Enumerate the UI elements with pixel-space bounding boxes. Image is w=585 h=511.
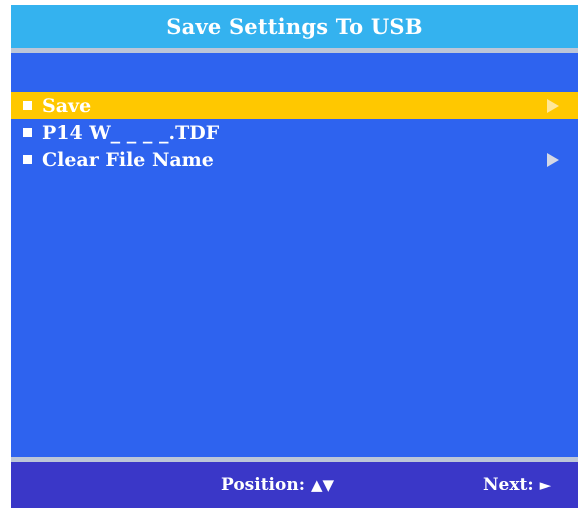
triangle-right-icon xyxy=(547,98,559,113)
right-arrow-icon: ► xyxy=(539,476,552,494)
menu-item-file-name[interactable]: P14 W_ _ _ _.TDF xyxy=(11,119,578,146)
menu-item-clear-file-name[interactable]: Clear File Name xyxy=(11,146,578,173)
title-bar: Save Settings To USB xyxy=(11,5,578,48)
menu-item-save[interactable]: Save xyxy=(11,92,578,119)
next-hint: Next: ► xyxy=(483,462,551,508)
up-down-arrows-icon: ▲▼ xyxy=(310,476,335,494)
menu-item-label: Save xyxy=(42,94,92,117)
square-bullet-icon xyxy=(23,155,32,164)
square-bullet-icon xyxy=(23,101,32,110)
position-label: Position: xyxy=(221,475,305,495)
usb-save-settings-screen: Save Settings To USB Save P14 W_ _ _ _.T… xyxy=(11,5,578,508)
square-bullet-icon xyxy=(23,128,32,137)
footer-bar: Position: ▲▼ Next: ► xyxy=(11,462,578,508)
title-divider xyxy=(11,48,578,53)
position-hint: Position: ▲▼ xyxy=(221,462,334,508)
next-label: Next: xyxy=(483,475,534,495)
menu-item-label: Clear File Name xyxy=(42,148,214,171)
triangle-right-icon xyxy=(547,152,559,167)
menu-item-label: P14 W_ _ _ _.TDF xyxy=(42,121,220,144)
page-title: Save Settings To USB xyxy=(166,14,423,39)
menu-list: Save P14 W_ _ _ _.TDF Clear File Name xyxy=(11,92,578,173)
